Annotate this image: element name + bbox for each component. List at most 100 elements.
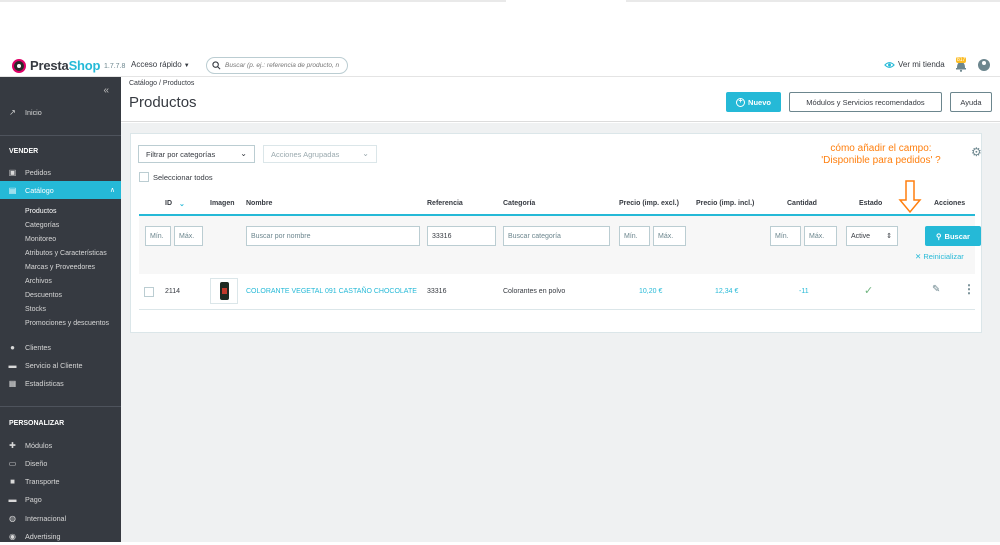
search-button-label: Buscar (944, 231, 970, 241)
select-all[interactable]: Seleccionar todos (139, 172, 213, 182)
col-quantity[interactable]: Cantidad (787, 200, 817, 207)
collapse-sidebar-icon[interactable]: « (103, 85, 109, 96)
cell-quantity[interactable]: -11 (799, 288, 809, 295)
cell-price-incl[interactable]: 12,34 € (715, 288, 738, 295)
top-divider (626, 0, 1000, 2)
sidebar-item-clientes[interactable]: ● Clientes (0, 338, 121, 356)
sub-item-monitoreo[interactable]: Monitoreo (25, 236, 56, 243)
sidebar-item-catalogo[interactable]: ▤ Catálogo ∧ (0, 181, 121, 199)
sidebar-item-pago[interactable]: ▬ Pago (0, 490, 121, 508)
reference-filter-input[interactable]: 33316 (427, 226, 496, 246)
status-select[interactable]: Active ⇕ (846, 226, 898, 246)
more-options-icon[interactable]: ⋮ (963, 282, 975, 296)
sidebar-item-estadisticas[interactable]: ▦ Estadísticas (0, 374, 121, 392)
sidebar-item-transporte[interactable]: ■ Transporte (0, 472, 121, 490)
updown-arrows-icon: ⇕ (886, 233, 892, 240)
sidebar-divider (0, 135, 121, 136)
caret-down-icon: ▼ (183, 63, 190, 69)
col-id[interactable]: ID (165, 200, 172, 207)
sidebar-item-label: Módulos (25, 440, 53, 450)
chevron-up-icon: ∧ (109, 187, 115, 194)
name-filter-input[interactable]: Buscar por nombre (246, 226, 420, 246)
price-excl-min-input[interactable]: Mín. (619, 226, 650, 246)
cell-name[interactable]: COLORANTE VEGETAL 091 CASTAÑO CHOCOLATE (246, 288, 417, 295)
col-category[interactable]: Categoría (503, 200, 535, 207)
help-button[interactable]: Ayuda (950, 92, 992, 112)
sub-item-categorias[interactable]: Categorías (25, 222, 59, 229)
sub-item-productos[interactable]: Productos (25, 208, 57, 215)
user-avatar-icon[interactable] (978, 59, 990, 71)
sidebar-divider (0, 406, 121, 407)
plus-circle-icon: + (736, 97, 746, 107)
col-name[interactable]: Nombre (246, 200, 272, 207)
reset-filters-link[interactable]: ✕ Reinicializar (915, 252, 964, 261)
breadcrumb[interactable]: Catálogo / Productos (129, 80, 194, 87)
filter-categories-dropdown[interactable]: Filtrar por categorías ⌄ (138, 145, 255, 163)
product-image (220, 282, 229, 300)
sub-item-stocks[interactable]: Stocks (25, 306, 46, 313)
dropdown-label: Acciones Agrupadas (271, 149, 340, 159)
sub-item-descuentos[interactable]: Descuentos (25, 292, 62, 299)
category-filter-input[interactable]: Buscar categoría (503, 226, 610, 246)
dropdown-label: Filtrar por categorías (146, 149, 216, 159)
inbox-icon: ▣ (8, 167, 17, 177)
sort-icon[interactable]: ⌄ (179, 200, 185, 208)
sidebar-item-advertising[interactable]: ◉ Advertising (0, 527, 121, 545)
row-checkbox[interactable] (144, 287, 154, 297)
new-product-button[interactable]: + Nuevo (726, 92, 781, 112)
top-header: PrestaShop 1.7.7.8 Acceso rápido▼ Ver mi… (0, 54, 1000, 77)
product-thumbnail[interactable] (210, 278, 238, 304)
check-icon[interactable]: ✓ (864, 284, 873, 297)
sidebar-item-pedidos[interactable]: ▣ Pedidos (0, 163, 121, 181)
cell-reference: 33316 (427, 288, 447, 295)
sub-item-marcas[interactable]: Marcas y Proveedores (25, 264, 95, 271)
sidebar-item-diseno[interactable]: ▭ Diseño (0, 454, 121, 472)
select-all-label: Seleccionar todos (153, 172, 213, 182)
search-button[interactable]: ⚲ Buscar (925, 226, 981, 246)
price-excl-max-input[interactable]: Máx. (653, 226, 686, 246)
edit-pencil-icon[interactable]: ✎ (932, 284, 940, 295)
select-all-checkbox[interactable] (139, 172, 149, 182)
gear-icon[interactable]: ⚙ (971, 145, 982, 159)
cell-price-excl[interactable]: 10,20 € (639, 288, 662, 295)
sidebar-item-modulos[interactable]: ✚ Módulos (0, 436, 121, 454)
annotation-text: cómo añadir el campo: 'Disponible para pe… (791, 143, 971, 167)
credit-card-icon: ▬ (8, 494, 17, 504)
id-min-input[interactable]: Mín. (145, 226, 171, 246)
quantity-min-input[interactable]: Mín. (770, 226, 801, 246)
quantity-max-input[interactable]: Máx. (804, 226, 837, 246)
section-personalizar: PERSONALIZAR (9, 420, 65, 427)
prestashop-logo[interactable]: PrestaShop (12, 58, 100, 73)
search-input[interactable] (225, 62, 345, 69)
sub-item-atributos[interactable]: Atributos y Características (25, 250, 107, 257)
sidebar-item-label: Pedidos (25, 167, 51, 177)
col-reference[interactable]: Referencia (427, 200, 463, 207)
reset-label: Reinicializar (923, 252, 964, 261)
sidebar-item-servicio[interactable]: ▬ Servicio al Cliente (0, 356, 121, 374)
quick-access-dropdown[interactable]: Acceso rápido ▼ (131, 60, 190, 69)
view-store-label: Ver mi tienda (898, 60, 945, 69)
sub-item-archivos[interactable]: Archivos (25, 278, 52, 285)
page-title: Productos (129, 94, 197, 111)
col-status[interactable]: Estado (859, 200, 882, 207)
id-max-input[interactable]: Máx. (174, 226, 203, 246)
view-store-link[interactable]: Ver mi tienda (884, 60, 945, 69)
bulk-actions-dropdown[interactable]: Acciones Agrupadas ⌄ (263, 145, 377, 163)
chat-icon: ▬ (8, 360, 17, 370)
cell-id: 2114 (165, 288, 181, 295)
search-bar[interactable] (206, 57, 348, 74)
megaphone-icon: ◉ (9, 531, 16, 541)
bar-chart-icon: ▦ (8, 378, 17, 388)
search-icon (212, 61, 221, 70)
sub-item-promociones[interactable]: Promociones y descuentos (25, 320, 109, 327)
col-price-excl[interactable]: Precio (imp. excl.) (619, 200, 679, 207)
sidebar-item-inicio[interactable]: ↗ Inicio (0, 103, 121, 121)
recommended-modules-button[interactable]: Módulos y Servicios recomendados (789, 92, 942, 112)
col-price-incl[interactable]: Precio (imp. incl.) (696, 200, 754, 207)
sidebar-item-internacional[interactable]: ◍ Internacional (0, 509, 121, 527)
notifications-button[interactable]: 817 (955, 57, 967, 72)
sidebar-item-label: Inicio (25, 107, 42, 117)
new-button-label: Nuevo (748, 97, 771, 107)
sidebar-item-label: Estadísticas (25, 378, 64, 388)
sidebar-item-label: Pago (25, 494, 42, 504)
